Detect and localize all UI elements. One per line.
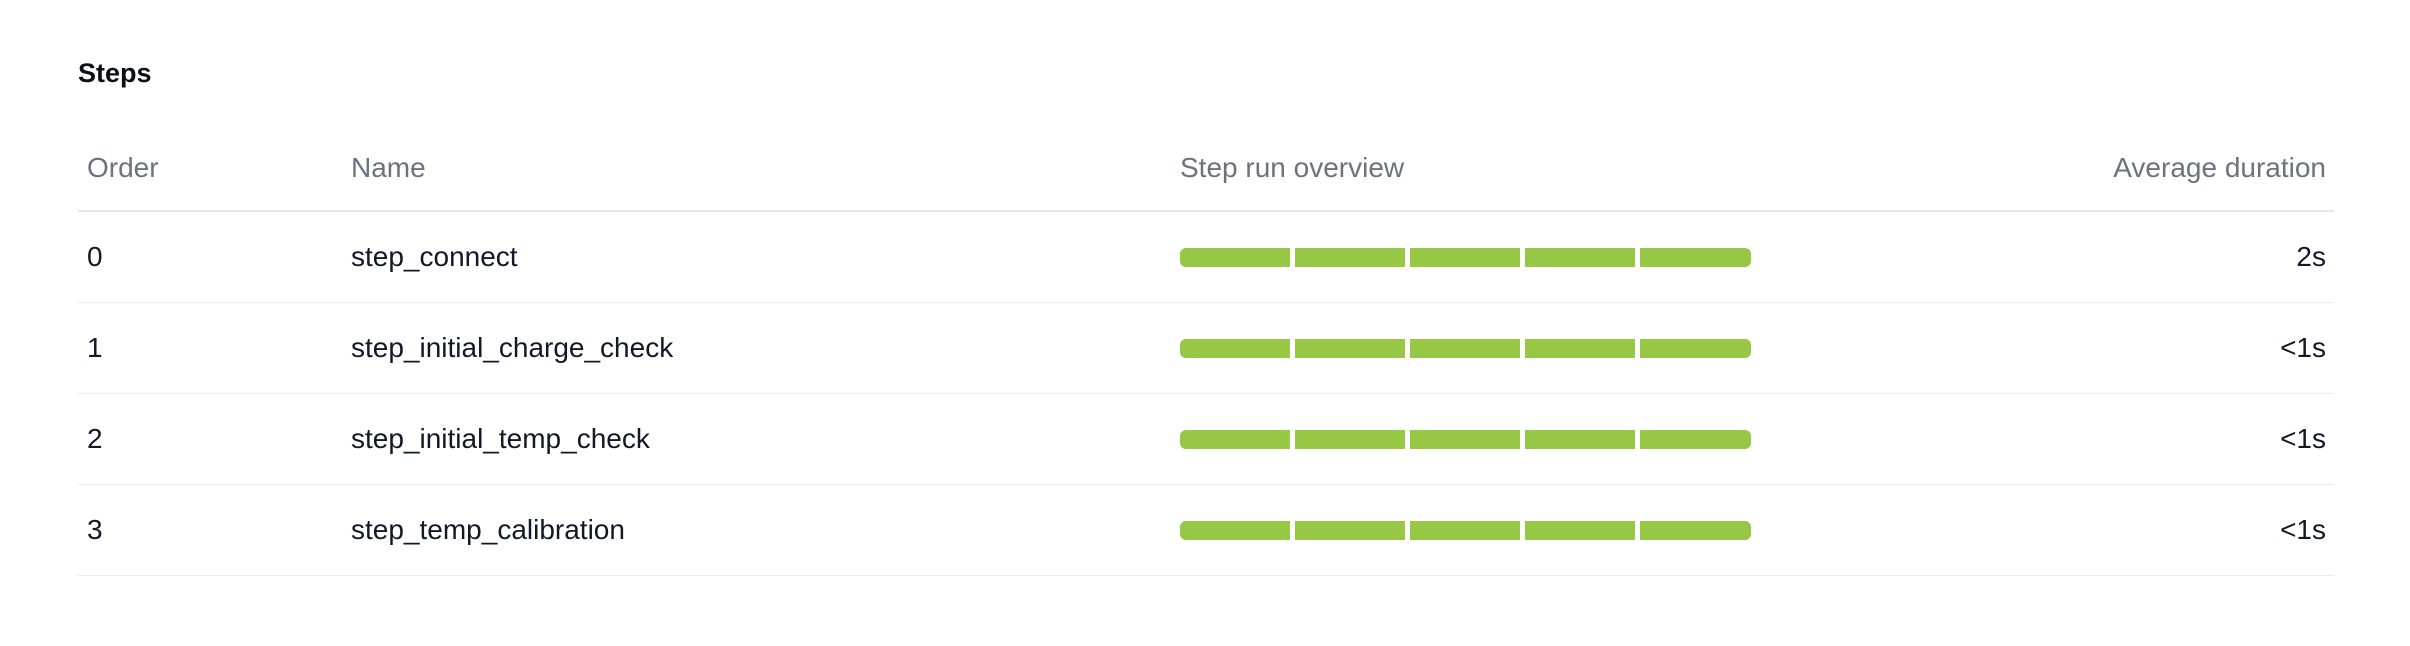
step-run-overview	[1180, 485, 1751, 575]
order-cell: 0	[87, 241, 103, 272]
table-row[interactable]: 3 step_temp_calibration <1s	[78, 485, 2334, 576]
run-segment-passed[interactable]	[1180, 247, 1290, 267]
table-header: Order Name Step run overview Average dur…	[78, 128, 2334, 212]
average-duration-cell: <1s	[2280, 423, 2326, 454]
step-run-overview	[1180, 212, 1751, 302]
run-segment-passed[interactable]	[1525, 429, 1635, 449]
step-run-overview	[1180, 303, 1751, 393]
run-segment-passed[interactable]	[1295, 247, 1405, 267]
average-duration-cell: 2s	[2296, 241, 2326, 272]
run-segment-passed[interactable]	[1295, 520, 1405, 540]
run-segment-passed[interactable]	[1525, 247, 1635, 267]
step-run-overview	[1180, 394, 1751, 484]
order-cell: 2	[87, 423, 103, 454]
run-segment-passed[interactable]	[1410, 338, 1520, 358]
column-header-step-run-overview[interactable]: Step run overview	[1180, 128, 1404, 210]
steps-table: Order Name Step run overview Average dur…	[78, 128, 2334, 576]
column-header-average-duration[interactable]: Average duration	[2113, 128, 2326, 210]
average-duration-cell: <1s	[2280, 514, 2326, 545]
order-cell: 1	[87, 332, 103, 363]
run-segment-passed[interactable]	[1525, 338, 1635, 358]
run-segment-passed[interactable]	[1410, 247, 1520, 267]
order-cell: 3	[87, 514, 103, 545]
run-segment-passed[interactable]	[1640, 429, 1751, 449]
average-duration-cell: <1s	[2280, 332, 2326, 363]
run-segment-passed[interactable]	[1410, 520, 1520, 540]
section-title: Steps	[78, 58, 152, 88]
table-row[interactable]: 1 step_initial_charge_check <1s	[78, 303, 2334, 394]
run-segment-passed[interactable]	[1410, 429, 1520, 449]
step-name-cell[interactable]: step_initial_temp_check	[351, 394, 650, 484]
run-segment-passed[interactable]	[1180, 429, 1290, 449]
step-name-cell[interactable]: step_temp_calibration	[351, 485, 625, 575]
step-name-cell[interactable]: step_connect	[351, 212, 518, 302]
run-status-bar	[1180, 338, 1751, 358]
run-segment-passed[interactable]	[1180, 520, 1290, 540]
run-segment-passed[interactable]	[1295, 338, 1405, 358]
column-header-name[interactable]: Name	[351, 128, 426, 210]
run-segment-passed[interactable]	[1640, 247, 1751, 267]
table-row[interactable]: 0 step_connect 2s	[78, 212, 2334, 303]
run-segment-passed[interactable]	[1180, 338, 1290, 358]
run-segment-passed[interactable]	[1525, 520, 1635, 540]
run-segment-passed[interactable]	[1640, 338, 1751, 358]
run-segment-passed[interactable]	[1640, 520, 1751, 540]
table-row[interactable]: 2 step_initial_temp_check <1s	[78, 394, 2334, 485]
run-status-bar	[1180, 520, 1751, 540]
run-status-bar	[1180, 247, 1751, 267]
step-name-cell[interactable]: step_initial_charge_check	[351, 303, 673, 393]
run-status-bar	[1180, 429, 1751, 449]
column-header-order[interactable]: Order	[87, 128, 159, 210]
run-segment-passed[interactable]	[1295, 429, 1405, 449]
